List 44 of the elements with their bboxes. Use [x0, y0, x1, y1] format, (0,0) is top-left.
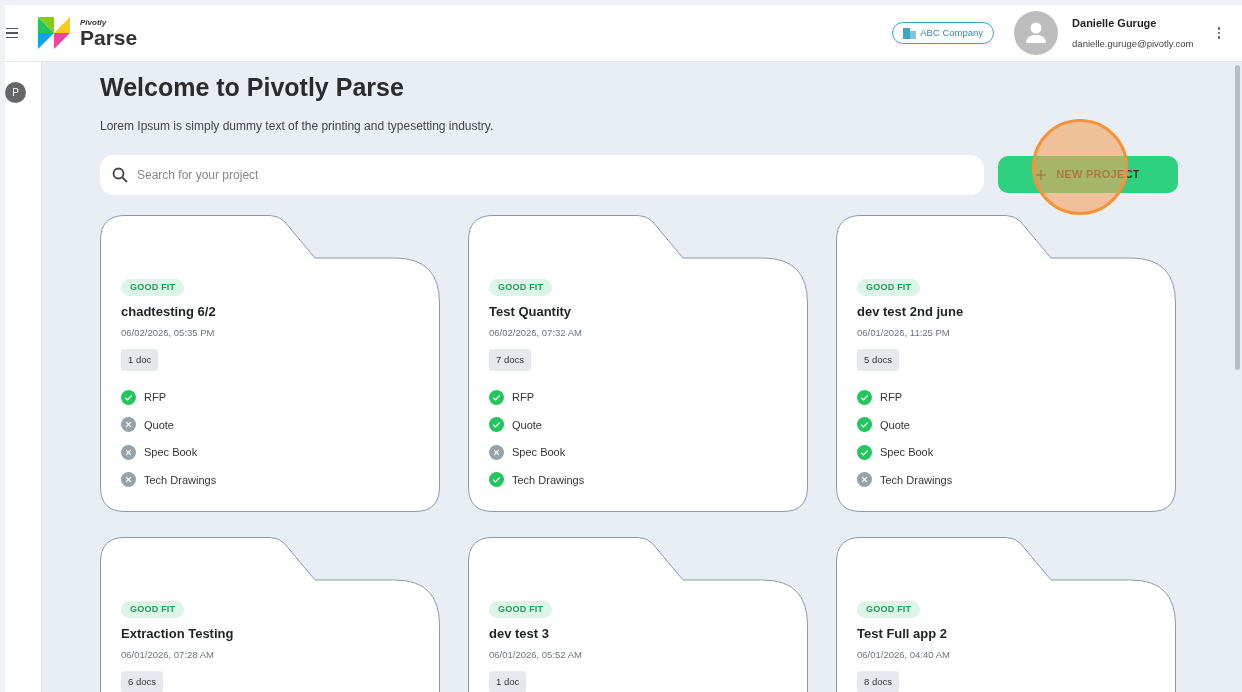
project-date: 06/02/2026, 05:35 PM [121, 325, 215, 340]
search-icon [112, 166, 128, 183]
document-type-label: Quote [144, 417, 174, 433]
document-type-label: Tech Drawings [144, 472, 217, 488]
pinwheel-logo-icon [36, 15, 72, 51]
project-date: 06/01/2026, 05:52 AM [489, 647, 582, 662]
project-name: Test Full app 2 [857, 625, 948, 643]
more-options-icon[interactable] [1217, 27, 1220, 39]
sidebar-avatar[interactable]: P [5, 82, 26, 103]
search-field[interactable]: Search for your project [100, 154, 984, 195]
project-name: chadtesting 6/2 [121, 303, 216, 321]
document-type-label: Tech Drawings [512, 472, 585, 488]
doc-count-tag: 7 docs [489, 348, 531, 371]
doc-count-tag: 1 doc [489, 670, 527, 692]
document-type-label: RFP [880, 390, 902, 405]
project-date: 06/02/2026, 07:32 AM [489, 325, 582, 340]
project-date: 06/01/2026, 04:40 AM [857, 647, 950, 662]
project-name: Test Quantity [489, 303, 572, 321]
brand-title: Parse [80, 26, 138, 48]
document-type-label: RFP [144, 390, 166, 405]
brand-subtitle: Pivotly [80, 18, 108, 27]
document-type-label: Tech Drawings [880, 472, 953, 488]
page-title: Welcome to Pivotly Parse [100, 72, 405, 103]
doc-count-tag: 5 docs [857, 348, 899, 371]
doc-count-tag: 1 doc [121, 348, 159, 371]
project-date: 06/01/2026, 11:25 PM [857, 325, 950, 340]
menu-icon[interactable] [6, 27, 18, 39]
user-name: Danielle Guruge [1072, 15, 1158, 31]
document-type-label: Spec Book [144, 445, 198, 460]
document-type-label: Quote [512, 417, 542, 433]
document-type-label: Spec Book [512, 445, 566, 460]
page-subtitle: Lorem Ipsum is simply dummy text of the printing and typesetting industry. [100, 117, 495, 135]
building-icon [903, 27, 917, 39]
project-name: dev test 3 [489, 625, 549, 643]
document-type-label: Spec Book [880, 445, 934, 460]
doc-count-tag: 8 docs [857, 670, 899, 692]
document-type-label: Quote [880, 417, 910, 433]
doc-count-tag: 6 docs [121, 670, 163, 692]
project-name: Extraction Testing [121, 625, 234, 643]
project-date: 06/01/2026, 07:28 AM [121, 647, 214, 662]
project-name: dev test 2nd june [857, 303, 964, 321]
document-type-label: RFP [512, 390, 534, 405]
user-email: danielle.guruge@pivotly.com [1072, 37, 1194, 52]
plus-icon [1036, 169, 1047, 180]
